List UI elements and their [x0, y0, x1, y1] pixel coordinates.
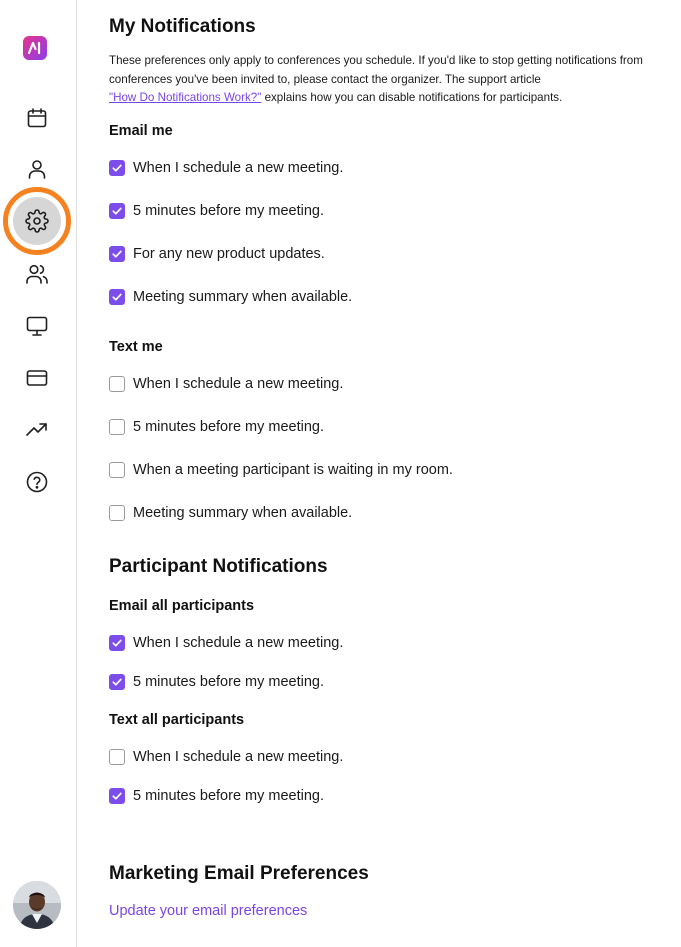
nav-analytics[interactable]: [13, 406, 61, 454]
option-label: Meeting summary when available.: [133, 505, 353, 521]
checkbox-checked[interactable]: [109, 635, 125, 651]
notification-option[interactable]: When a meeting participant is waiting in…: [109, 461, 453, 479]
checkbox-unchecked[interactable]: [109, 749, 125, 765]
check-icon: [112, 792, 122, 800]
help-circle-icon: [26, 471, 48, 493]
intro-suffix: explains how you can disable notificatio…: [261, 91, 563, 104]
nav-team[interactable]: [13, 250, 61, 298]
marketing-title: Marketing Email Preferences: [109, 863, 369, 884]
option-label: For any new product updates.: [133, 246, 325, 262]
user-icon: [28, 160, 46, 179]
checkbox-checked[interactable]: [109, 246, 125, 262]
nav-help[interactable]: [13, 458, 61, 506]
option-label: When a meeting participant is waiting in…: [133, 462, 453, 478]
checkbox-checked[interactable]: [109, 203, 125, 219]
check-icon: [112, 207, 122, 215]
nav-billing[interactable]: [13, 354, 61, 402]
notification-option[interactable]: 5 minutes before my meeting.: [109, 673, 324, 691]
avatar-image: [13, 881, 61, 929]
intro-text: These preferences only apply to conferen…: [109, 54, 643, 86]
option-label: 5 minutes before my meeting.: [133, 419, 325, 435]
nav-profile[interactable]: [13, 145, 61, 193]
check-icon: [112, 250, 122, 258]
update-email-preferences-link[interactable]: Update your email preferences: [109, 903, 307, 919]
email-all-heading: Email all participants: [109, 598, 255, 614]
notification-option[interactable]: When I schedule a new meeting.: [109, 159, 343, 177]
option-label: 5 minutes before my meeting.: [133, 788, 325, 804]
check-icon: [112, 293, 122, 301]
notification-option[interactable]: 5 minutes before my meeting.: [109, 418, 324, 436]
app-logo[interactable]: [23, 36, 47, 60]
option-label: When I schedule a new meeting.: [133, 160, 344, 176]
intro-paragraph: These preferences only apply to conferen…: [109, 52, 654, 108]
logo-icon: [27, 41, 41, 55]
email-me-heading: Email me: [109, 123, 173, 139]
support-article-link[interactable]: "How Do Notifications Work?": [109, 91, 261, 104]
checkbox-unchecked[interactable]: [109, 419, 125, 435]
user-avatar[interactable]: [13, 881, 61, 929]
notification-option[interactable]: When I schedule a new meeting.: [109, 634, 343, 652]
calendar-icon: [27, 108, 47, 128]
text-all-heading: Text all participants: [109, 712, 245, 728]
check-icon: [112, 164, 122, 172]
notification-option[interactable]: 5 minutes before my meeting.: [109, 202, 324, 220]
monitor-icon: [26, 316, 48, 336]
checkbox-checked[interactable]: [109, 674, 125, 690]
checkbox-checked[interactable]: [109, 289, 125, 305]
trending-up-icon: [26, 423, 47, 436]
participant-notifications-title: Participant Notifications: [109, 556, 328, 577]
notification-option[interactable]: Meeting summary when available.: [109, 288, 352, 306]
my-notifications-title: My Notifications: [109, 16, 256, 37]
checkbox-checked[interactable]: [109, 788, 125, 804]
option-label: 5 minutes before my meeting.: [133, 203, 325, 219]
option-label: 5 minutes before my meeting.: [133, 674, 325, 690]
text-me-heading: Text me: [109, 339, 163, 355]
check-icon: [112, 678, 122, 686]
option-label: When I schedule a new meeting.: [133, 749, 344, 765]
gear-icon: [25, 209, 49, 233]
notification-option[interactable]: When I schedule a new meeting.: [109, 375, 343, 393]
check-icon: [112, 639, 122, 647]
notification-option[interactable]: When I schedule a new meeting.: [109, 748, 343, 766]
checkbox-unchecked[interactable]: [109, 505, 125, 521]
app-window: My Notifications These preferences only …: [0, 0, 681, 947]
sidebar: [0, 0, 77, 947]
notification-option[interactable]: 5 minutes before my meeting.: [109, 787, 324, 805]
nav-calendar[interactable]: [13, 94, 61, 142]
checkbox-unchecked[interactable]: [109, 376, 125, 392]
notification-option[interactable]: For any new product updates.: [109, 245, 325, 263]
checkbox-checked[interactable]: [109, 160, 125, 176]
option-label: Meeting summary when available.: [133, 289, 353, 305]
users-icon: [26, 264, 48, 284]
notification-option[interactable]: Meeting summary when available.: [109, 504, 352, 522]
option-label: When I schedule a new meeting.: [133, 376, 344, 392]
nav-settings[interactable]: [13, 197, 61, 245]
nav-rooms[interactable]: [13, 302, 61, 350]
credit-card-icon: [26, 370, 48, 386]
option-label: When I schedule a new meeting.: [133, 635, 344, 651]
checkbox-unchecked[interactable]: [109, 462, 125, 478]
